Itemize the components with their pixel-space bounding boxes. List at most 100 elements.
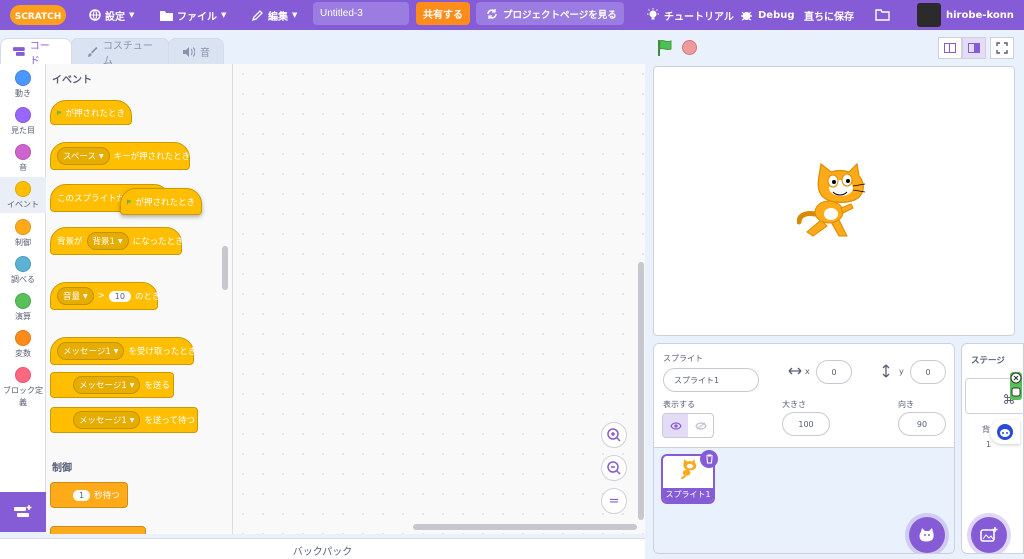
fullscreen-button[interactable] <box>990 37 1014 59</box>
large-stage-button[interactable] <box>962 37 986 59</box>
close-icon[interactable] <box>1010 372 1022 400</box>
side-toolbar <box>1010 372 1022 400</box>
hide-sprite-button[interactable] <box>688 414 713 437</box>
category-my-blocks[interactable]: ブロック定義 <box>0 367 46 409</box>
chevron-down-icon: ▼ <box>129 416 135 424</box>
category-sound[interactable]: 音 <box>0 144 46 173</box>
block-text: のとき <box>134 292 161 302</box>
category-variables-dot <box>15 330 31 346</box>
broadcast-wait-dropdown-value: メッセージ1 <box>79 416 127 426</box>
category-label: 演算 <box>15 312 31 321</box>
delete-sprite-button[interactable] <box>700 450 718 468</box>
wait-seconds-input[interactable]: 1 <box>73 489 91 501</box>
backpack-label: バックパック <box>292 547 353 558</box>
category-motion[interactable]: 動き <box>0 70 46 99</box>
backdrop-dropdown[interactable]: 背景1 ▼ <box>86 232 129 250</box>
category-operators[interactable]: 演算 <box>0 293 46 322</box>
globe-icon <box>89 9 101 21</box>
helper-bot-button[interactable] <box>990 420 1020 444</box>
when-loudness-block[interactable]: 音量 ▼ > 10 のとき <box>50 282 161 310</box>
tab-sounds-label: 音 <box>200 48 210 59</box>
share-button[interactable]: 共有する <box>416 2 470 25</box>
save-now-label: 直ちに保存 <box>804 11 854 23</box>
tab-code-label: コード <box>29 40 50 67</box>
account-menu[interactable]: hirobe-konn <box>946 0 1014 30</box>
direction-input[interactable]: 90 <box>898 412 946 436</box>
edit-menu[interactable]: 編集 ▼ <box>252 0 297 30</box>
debug-menu[interactable]: Debug <box>739 0 795 30</box>
y-label: y <box>899 367 904 376</box>
tab-costumes[interactable]: コスチューム <box>70 38 170 67</box>
when-key-pressed-block[interactable]: スペース ▼ キーが押されたとき <box>50 142 190 170</box>
zoom-out-button[interactable] <box>601 455 627 481</box>
category-my-blocks-dot <box>15 367 31 383</box>
script-vertical-scrollbar[interactable] <box>638 262 644 520</box>
debug-icon <box>741 11 752 21</box>
stop-button[interactable] <box>682 40 697 55</box>
x-position-input[interactable]: 0 <box>816 360 852 384</box>
loudness-dropdown[interactable]: 音量 ▼ <box>57 287 94 305</box>
refresh-icon <box>487 8 497 19</box>
tab-costumes-label: コスチューム <box>102 40 153 67</box>
category-looks[interactable]: 見た目 <box>0 107 46 136</box>
add-extension-button[interactable] <box>0 492 46 532</box>
save-now-button[interactable]: 直ちに保存 <box>804 0 854 30</box>
stage[interactable] <box>653 66 1015 336</box>
category-label: 動き <box>15 89 31 98</box>
broadcast-block[interactable]: メッセージ1 ▼ を送る <box>50 372 174 398</box>
dragging-block[interactable]: が押されたとき <box>120 188 202 215</box>
settings-menu[interactable]: 設定 ▼ <box>89 0 134 30</box>
script-area[interactable] <box>233 64 645 534</box>
y-position-input[interactable]: 0 <box>910 360 946 384</box>
file-menu[interactable]: ファイル ▼ <box>160 0 226 30</box>
message-dropdown[interactable]: メッセージ1 ▼ <box>57 342 125 360</box>
key-dropdown[interactable]: スペース ▼ <box>57 147 110 165</box>
palette-scrollbar[interactable] <box>222 246 228 290</box>
eye-icon <box>669 421 682 430</box>
backdrops-label: 背 <box>982 425 990 434</box>
block-text: を送って待つ <box>144 416 195 426</box>
small-stage-button[interactable] <box>938 37 962 59</box>
project-title-input[interactable] <box>313 2 409 25</box>
category-variables[interactable]: 変数 <box>0 330 46 359</box>
category-events[interactable]: イベント <box>0 177 46 213</box>
script-horizontal-scrollbar[interactable] <box>413 524 637 530</box>
cat-sprite[interactable] <box>797 162 871 242</box>
see-project-page-button[interactable]: プロジェクトページを見る <box>476 2 624 25</box>
wait-seconds-block[interactable]: 1 秒待つ <box>50 482 128 508</box>
chevron-down-icon: ▼ <box>83 292 88 300</box>
when-flag-clicked-block[interactable]: が押されたとき <box>50 100 132 125</box>
when-i-receive-block[interactable]: メッセージ1 ▼ を受け取ったとき <box>50 337 196 365</box>
broadcast-wait-dropdown[interactable]: メッセージ1 ▼ <box>73 411 141 429</box>
zoom-in-button[interactable] <box>601 422 627 448</box>
broadcast-and-wait-block[interactable]: メッセージ1 ▼ を送って待つ <box>50 407 198 433</box>
tab-code[interactable]: コード <box>0 38 72 67</box>
sprite-pane: スプライト スプライト1 x 0 y 0 表示する 大きさ 100 向き 90 <box>653 343 955 554</box>
message-dropdown-value: メッセージ1 <box>63 347 111 357</box>
my-stuff-button[interactable] <box>875 0 890 30</box>
when-backdrop-switches-block[interactable]: 背景が 背景1 ▼ になったとき <box>50 227 184 255</box>
backpack[interactable]: バックパック <box>0 538 645 559</box>
backdrop-dropdown-value: 背景1 <box>92 237 115 247</box>
sprite-heading: スプライト <box>663 354 703 363</box>
eye-off-icon <box>694 421 707 430</box>
control-block-partial[interactable] <box>50 526 146 534</box>
choose-sprite-button[interactable] <box>909 517 945 553</box>
show-sprite-button[interactable] <box>663 414 688 437</box>
tutorials-menu[interactable]: チュートリアル <box>646 0 734 30</box>
key-dropdown-value: スペース <box>63 152 96 162</box>
size-input[interactable]: 100 <box>782 412 830 436</box>
green-flag-button[interactable] <box>656 39 674 57</box>
chevron-down-icon: ▼ <box>292 11 298 19</box>
category-sensing[interactable]: 調べる <box>0 256 46 285</box>
category-control[interactable]: 制御 <box>0 219 46 248</box>
sprite-name-input[interactable]: スプライト1 <box>663 368 759 392</box>
scratch-logo[interactable]: SCRATCH <box>10 4 66 26</box>
tab-sounds[interactable]: 音 <box>168 38 224 64</box>
block-text: 秒待つ <box>94 491 120 501</box>
zoom-reset-button[interactable]: = <box>601 488 627 514</box>
loudness-value-input[interactable]: 10 <box>108 290 131 302</box>
broadcast-dropdown[interactable]: メッセージ1 ▼ <box>73 376 141 394</box>
avatar[interactable] <box>917 3 941 27</box>
choose-backdrop-button[interactable] <box>971 517 1007 553</box>
